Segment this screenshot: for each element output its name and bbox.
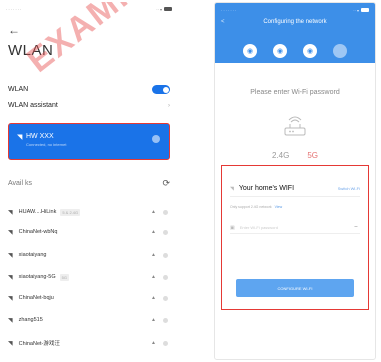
eye-icon[interactable]: ⌣ — [354, 224, 358, 231]
network-item[interactable]: ◥ HUAW....HiLink 5 & 2.4G ▲ — [8, 206, 170, 218]
wlan-assistant-label: WLAN assistant — [8, 102, 58, 109]
available-networks-label: Avail ks — [8, 180, 32, 187]
switch-wifi-link[interactable]: Switch Wi-Fi — [338, 186, 360, 191]
network-item[interactable]: ◥ xiaotaiyang-5G 5G ▲ — [8, 271, 170, 283]
band-hint-text: Only support 2.4G network — [230, 205, 272, 209]
info-icon[interactable] — [163, 340, 168, 346]
progress-steps: ◉ ◉ ◉ — [215, 44, 375, 58]
network-item[interactable]: ◥ xiaotaiyang ▲ — [8, 249, 170, 261]
configure-network-screen: ······· ·· ▾ < Configuring the network ◉… — [214, 2, 376, 360]
refresh-icon[interactable]: ⟳ — [162, 178, 170, 189]
connected-network-status: Connected, no internet — [26, 142, 67, 147]
lock-icon: ▲ — [151, 317, 156, 323]
band-hint: Only support 2.4G network View — [230, 205, 282, 209]
network-name: ChinaNet-游戏汪 — [18, 341, 60, 347]
info-icon[interactable] — [163, 229, 168, 235]
battery-icon — [361, 7, 369, 12]
network-item[interactable]: ◥ zhang515 ▲ — [8, 314, 170, 326]
network-item[interactable]: ◥ ChinaNet-游戏汪 ▲ — [8, 337, 170, 349]
network-name: xiaotaiyang — [18, 252, 47, 258]
band-24g-option[interactable]: 2.4G — [272, 151, 289, 160]
available-networks-header: Avail ks ⟳ — [8, 178, 170, 189]
network-name: ChinaNet-bqju — [18, 295, 54, 301]
info-icon[interactable] — [163, 209, 168, 215]
lock-icon: ▲ — [151, 274, 156, 280]
lock-icon: ▲ — [151, 229, 156, 235]
network-name: ChinaNet-wbNq — [18, 229, 58, 235]
password-field[interactable]: ▣ Enter Wi-Fi password ⌣ — [230, 222, 360, 234]
band-5g-option[interactable]: 5G — [307, 151, 318, 160]
network-item[interactable]: ◥ ChinaNet-bqju ▲ — [8, 292, 170, 304]
lock-icon: ▲ — [151, 209, 156, 215]
info-icon[interactable] — [163, 295, 168, 301]
wifi-icon: ◥ — [8, 317, 13, 324]
wlan-toggle-row[interactable]: WLAN — [8, 85, 170, 94]
status-right: ·· ▾ — [156, 6, 172, 12]
step-3-icon: ◉ — [303, 44, 317, 58]
lock-icon: ▲ — [151, 252, 156, 258]
wifi-form-highlight: ◥ Your home's WIFI Switch Wi-Fi Only sup… — [221, 165, 369, 310]
wifi-icon: ◥ — [8, 295, 13, 302]
step-4-icon — [333, 44, 347, 58]
lock-icon: ▣ — [230, 224, 235, 231]
info-icon[interactable] — [163, 274, 168, 280]
page-title: WLAN — [8, 42, 54, 59]
status-bar: ······· ·· ▾ — [0, 2, 178, 16]
chevron-right-icon: › — [168, 102, 170, 109]
info-icon[interactable] — [152, 135, 160, 143]
step-2-icon: ◉ — [273, 44, 287, 58]
battery-icon — [164, 6, 172, 11]
wifi-icon: ◥ — [8, 340, 13, 347]
network-badge: 5 & 2.4G — [60, 208, 81, 216]
password-placeholder: Enter Wi-Fi password — [239, 225, 278, 230]
router-icon — [284, 116, 306, 136]
wlan-toggle[interactable] — [152, 85, 170, 94]
wifi-icon: ◥ — [8, 252, 13, 259]
wlan-assistant-row[interactable]: WLAN assistant › — [8, 102, 170, 109]
status-indicators: ······· — [221, 7, 238, 13]
info-icon[interactable] — [163, 252, 168, 258]
wifi-icon: ◥ — [17, 134, 23, 141]
password-prompt: Please enter Wi-Fi password — [250, 89, 340, 96]
ssid-value: Your home's WIFI — [238, 185, 295, 192]
network-name: zhang515 — [18, 317, 43, 323]
wifi-icon: ◥ — [230, 185, 234, 192]
wlan-label: WLAN — [8, 86, 29, 93]
lock-icon: ▲ — [151, 340, 156, 346]
ssid-field[interactable]: ◥ Your home's WIFI Switch Wi-Fi — [230, 181, 360, 197]
wifi-icon: ◥ — [8, 209, 13, 216]
wifi-icon: ◥ — [8, 229, 13, 236]
info-icon[interactable] — [163, 317, 168, 323]
back-arrow-icon[interactable]: ← — [8, 24, 20, 36]
wifi-icon: ◥ — [8, 274, 13, 281]
network-item[interactable]: ◥ ChinaNet-wbNq ▲ — [8, 226, 170, 238]
status-bar: ······· ·· ▾ — [215, 3, 375, 17]
lock-icon: ▲ — [151, 295, 156, 301]
connected-network-name: HW XXX — [26, 133, 54, 140]
network-name: HUAW....HiLink — [18, 209, 57, 215]
wlan-settings-screen: ······· ·· ▾ ← WLAN WLAN WLAN assistant … — [0, 2, 178, 360]
configure-wifi-button[interactable]: CONFIGURE WI-FI — [236, 279, 354, 297]
status-indicators: ······· — [6, 6, 23, 12]
step-1-icon: ◉ — [243, 44, 257, 58]
connected-network-card[interactable]: ◥ HW XXX Connected, no internet — [8, 123, 170, 160]
network-badge: 5G — [59, 273, 69, 281]
header-bar: ······· ·· ▾ < Configuring the network ◉… — [215, 3, 375, 63]
status-right: ·· ▾ — [353, 7, 369, 13]
network-name: xiaotaiyang-5G — [18, 274, 56, 280]
view-link[interactable]: View — [275, 205, 283, 209]
header-title: Configuring the network — [263, 19, 327, 25]
band-selector: 2.4G 5G — [215, 151, 375, 160]
